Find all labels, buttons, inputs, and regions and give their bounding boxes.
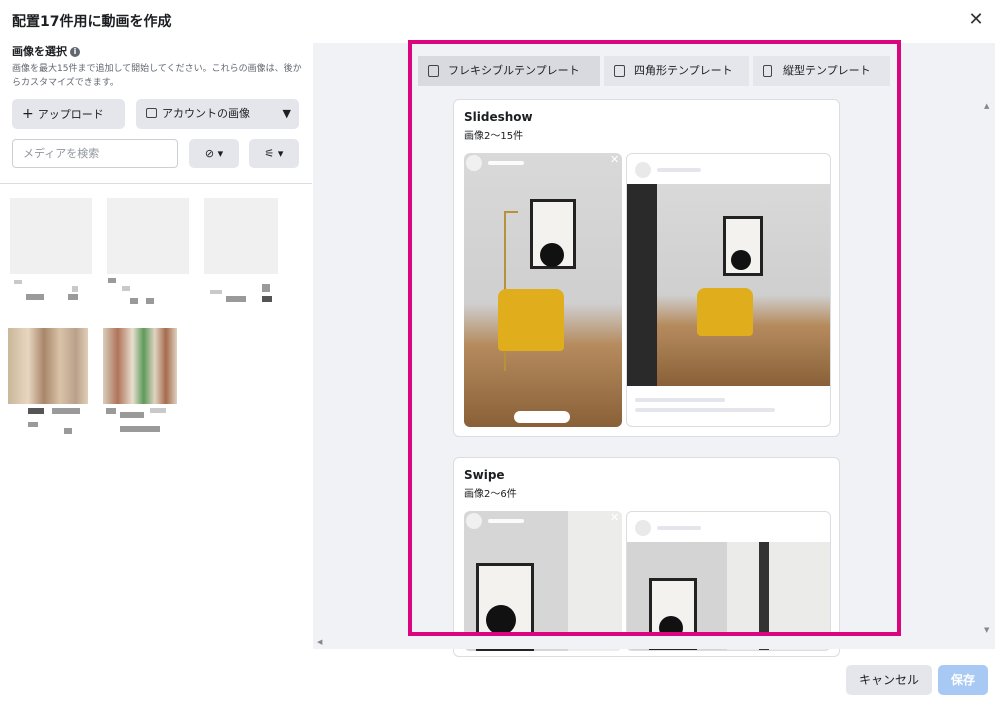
pixelated-label	[106, 408, 116, 414]
placeholder-line	[657, 526, 701, 530]
scroll-down-icon[interactable]: ▼	[984, 626, 989, 634]
template-subtitle: 画像2〜6件	[464, 489, 517, 500]
avatar	[635, 520, 651, 536]
block-icon: ⊘ ▾	[204, 147, 224, 160]
select-images-description: 画像を最大15件まで追加して開始してください。これらの画像は、後からカスタマイズ…	[12, 64, 302, 88]
account-images-button[interactable]: アカウントの画像 ▼	[136, 99, 299, 129]
vertical-scrollbar[interactable]: ▲ ▼	[981, 86, 995, 636]
template-subtitle: 画像2〜15件	[464, 131, 524, 142]
avatar	[466, 155, 482, 171]
caret-down-icon: ▼	[282, 107, 291, 120]
close-icon: ✕	[610, 511, 620, 524]
pixelated-label	[120, 426, 160, 432]
pixelated-label	[72, 286, 78, 292]
pixelated-label	[26, 294, 44, 300]
horizontal-scrollbar[interactable]: ◀	[313, 636, 981, 649]
template-card-slideshow[interactable]: Slideshow 画像2〜15件 ✕	[453, 99, 840, 437]
media-thumbnail[interactable]	[204, 198, 278, 274]
pixelated-label	[262, 296, 272, 302]
create-video-dialog: 配置17件用に動画を作成 ✕ 画像を選択 i 画像を最大15件まで追加して開始して…	[0, 0, 1000, 703]
scroll-up-icon[interactable]: ▲	[984, 102, 989, 110]
pixelated-label	[52, 408, 80, 414]
placeholder-line	[635, 398, 725, 402]
sort-dropdown-button[interactable]: ⚟ ▾	[249, 139, 299, 168]
pixelated-label	[108, 278, 116, 283]
divider	[0, 183, 312, 184]
dialog-title: 配置17件用に動画を作成	[12, 14, 172, 30]
wall-decor	[568, 511, 622, 651]
door-decor	[627, 184, 657, 386]
placeholder-line	[635, 408, 775, 412]
wall-art-circle	[540, 243, 564, 267]
tab-vertical-template[interactable]: 縦型テンプレート	[753, 56, 890, 86]
sliders-icon: ⚟ ▾	[264, 147, 284, 160]
tab-square-template[interactable]: 四角形テンプレート	[604, 56, 749, 86]
scroll-left-icon[interactable]: ◀	[317, 638, 322, 646]
yellow-chair	[498, 289, 564, 351]
placeholder-line	[488, 519, 524, 523]
avatar	[635, 162, 651, 178]
pixelated-label	[130, 298, 138, 304]
image-icon	[146, 108, 157, 118]
pixelated-label	[68, 294, 78, 300]
feed-preview	[626, 153, 831, 427]
pixelated-label	[146, 298, 154, 304]
media-thumbnail[interactable]	[107, 198, 189, 274]
pixelated-label	[210, 290, 222, 294]
story-preview: ✕	[464, 511, 622, 651]
close-icon: ✕	[610, 153, 620, 166]
tab-flexible-template[interactable]: フレキシブルテンプレート	[418, 56, 600, 86]
info-icon[interactable]: i	[70, 47, 80, 57]
pixelated-label	[122, 286, 130, 291]
media-thumbnail[interactable]	[10, 198, 92, 274]
pixelated-label	[64, 428, 72, 434]
template-title: Slideshow	[464, 110, 533, 124]
wall-decor	[727, 542, 830, 650]
placeholder-line	[657, 168, 701, 172]
filter-dropdown-button[interactable]: ⊘ ▾	[189, 139, 239, 168]
pixelated-label	[262, 284, 270, 292]
save-button[interactable]: 保存	[938, 665, 988, 695]
yellow-chair	[697, 288, 753, 336]
flexible-template-icon	[428, 65, 439, 77]
media-search-input[interactable]	[12, 139, 178, 168]
upload-button[interactable]: + アップロード	[12, 99, 125, 129]
square-template-icon	[614, 65, 625, 77]
media-thumbnail[interactable]	[103, 328, 177, 404]
room-image	[627, 184, 830, 386]
feed-preview	[626, 511, 831, 651]
story-preview: ✕	[464, 153, 622, 427]
template-card-swipe[interactable]: Swipe 画像2〜6件 ✕	[453, 457, 840, 657]
lamp-decor	[759, 542, 769, 650]
template-title: Swipe	[464, 468, 505, 482]
plus-icon: +	[22, 106, 34, 122]
avatar	[466, 513, 482, 529]
close-icon[interactable]: ✕	[966, 10, 986, 30]
pixelated-label	[28, 422, 38, 427]
pixelated-label	[14, 280, 22, 284]
cancel-button[interactable]: キャンセル	[846, 665, 932, 695]
pixelated-label	[226, 296, 246, 302]
placeholder-line	[488, 161, 524, 165]
wall-art-circle	[731, 250, 751, 270]
wall-art-circle	[486, 605, 516, 635]
pixelated-label	[28, 408, 44, 414]
select-images-label: 画像を選択 i	[12, 43, 80, 59]
vertical-template-icon	[763, 65, 772, 77]
image-select-panel: 画像を選択 i 画像を最大15件まで追加して開始してください。これらの画像は、後か…	[0, 40, 312, 650]
pixelated-label	[120, 412, 144, 418]
media-thumbnail[interactable]	[8, 328, 88, 404]
lamp-decor	[504, 211, 518, 213]
reply-pill	[514, 411, 570, 423]
pixelated-label	[150, 408, 166, 413]
